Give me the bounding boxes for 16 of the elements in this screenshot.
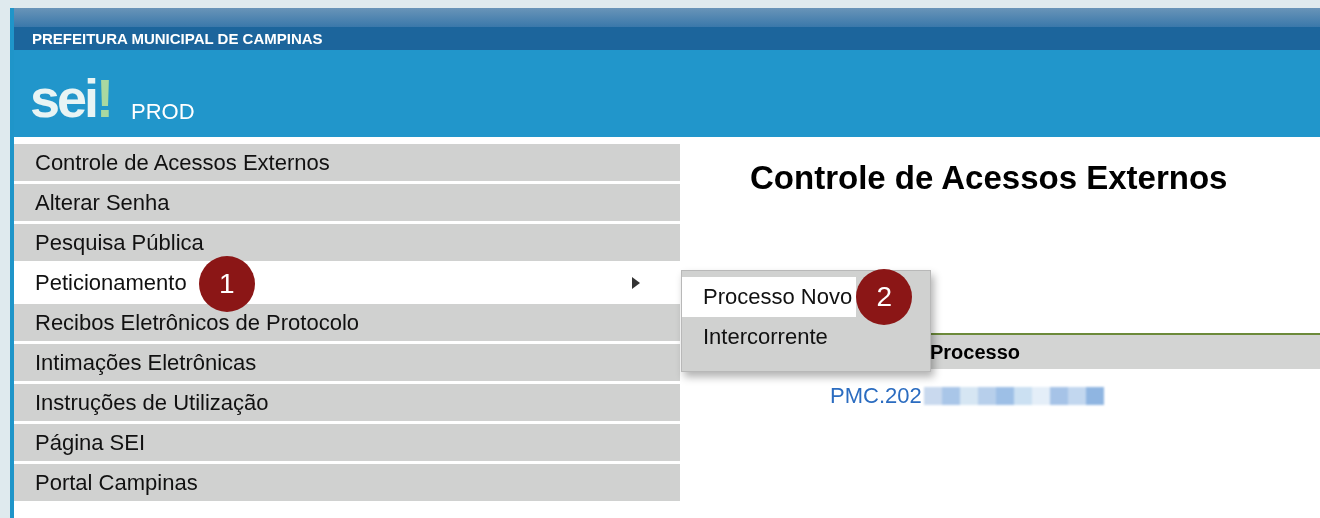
menu-item[interactable]: Instruções de Utilização <box>14 384 680 421</box>
organization-name: PREFEITURA MUNICIPAL DE CAMPINAS <box>32 30 323 47</box>
menu-item[interactable]: Pesquisa Pública <box>14 224 680 261</box>
process-link[interactable]: PMC.202 <box>830 383 922 409</box>
menu-item[interactable]: Controle de Acessos Externos <box>14 144 680 181</box>
environment-label: PROD <box>131 101 195 125</box>
menu-item[interactable]: Intimações Eletrônicas <box>14 344 680 381</box>
menu-item[interactable]: Alterar Senha <box>14 184 680 221</box>
menu-item[interactable]: Recibos Eletrônicos de Protocolo <box>14 304 680 341</box>
step-badge: 2 <box>856 269 913 325</box>
menu-item[interactable]: Portal Campinas <box>14 464 680 501</box>
column-header: Processo <box>930 340 1021 364</box>
submenu-item[interactable]: Processo Novo <box>682 277 857 317</box>
page-title: Controle de Acessos Externos <box>750 159 1229 197</box>
submenu-item[interactable]: Intercorrente <box>682 317 832 357</box>
menu-item[interactable]: Página SEI <box>14 424 680 461</box>
